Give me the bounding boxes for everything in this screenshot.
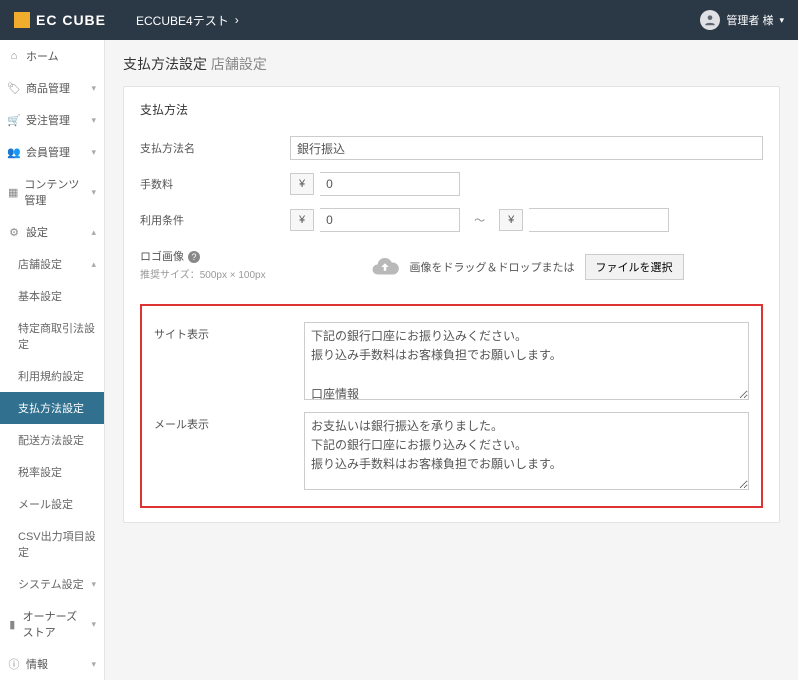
logo-label: ロゴ画像? 推奨サイズ：500px × 100px	[140, 244, 290, 281]
logo-hint: 推奨サイズ：500px × 100px	[140, 266, 290, 281]
chevron-down-icon: ▾	[91, 83, 96, 94]
nav-info[interactable]: ⓘ情報▾	[0, 648, 104, 680]
store-icon: ▮	[8, 618, 17, 631]
user-name: 管理者 様	[726, 12, 773, 28]
logo-text: EC CUBE	[36, 12, 106, 28]
range-tilde: ～	[466, 212, 493, 228]
nav-member[interactable]: 👥会員管理▾	[0, 136, 104, 168]
chevron-down-icon: ▾	[91, 147, 96, 158]
chevron-down-icon: ▾	[91, 619, 96, 630]
nav-order[interactable]: 🛒受注管理▾	[0, 104, 104, 136]
fee-input[interactable]	[320, 172, 460, 196]
cond-label: 利用条件	[140, 208, 290, 228]
chevron-up-icon: ▴	[91, 259, 96, 270]
logo[interactable]: EC CUBE	[14, 12, 106, 28]
user-menu[interactable]: 管理者 様 ▾	[700, 10, 784, 30]
nav-shop-setting[interactable]: 店舗設定▴	[0, 248, 104, 280]
nav-csv[interactable]: CSV出力項目設定	[0, 520, 104, 568]
nav-tradelaw[interactable]: 特定商取引法設定	[0, 312, 104, 360]
nav-payment[interactable]: 支払方法設定	[0, 392, 104, 424]
nav-setting[interactable]: ⚙設定▴	[0, 216, 104, 248]
nav-tax[interactable]: 税率設定	[0, 456, 104, 488]
chevron-up-icon: ▴	[91, 227, 96, 238]
chevron-right-icon: ›	[235, 13, 239, 27]
name-input[interactable]	[290, 136, 763, 160]
cloud-upload-icon	[370, 252, 400, 282]
chevron-down-icon: ▾	[91, 187, 96, 198]
page-title: 支払方法設定 店舗設定	[123, 54, 780, 74]
chevron-down-icon: ▾	[91, 115, 96, 126]
upload-area[interactable]: 画像をドラッグ＆ドロップまたは ファイルを選択	[370, 244, 684, 290]
chevron-down-icon: ▾	[91, 659, 96, 670]
layout-icon: ▦	[8, 186, 18, 199]
site-name: ECCUBE4テスト	[136, 12, 229, 29]
mail-display-textarea[interactable]	[304, 412, 749, 490]
fee-label: 手数料	[140, 172, 290, 192]
yen-prefix: ¥	[290, 173, 314, 195]
payment-card: 支払方法 支払方法名 手数料 ¥ 利用条件 ¥ ～ ¥	[123, 86, 780, 523]
topbar: EC CUBE ECCUBE4テスト › 管理者 様 ▾	[0, 0, 798, 40]
nav-owners[interactable]: ▮オーナーズストア▾	[0, 600, 104, 648]
logo-cube-icon	[14, 12, 30, 28]
yen-prefix: ¥	[290, 209, 314, 231]
users-icon: 👥	[8, 146, 20, 159]
upload-text: 画像をドラッグ＆ドロップまたは	[410, 259, 575, 275]
nav-home[interactable]: ⌂ホーム	[0, 40, 104, 72]
chevron-down-icon: ▾	[91, 579, 96, 590]
file-select-button[interactable]: ファイルを選択	[585, 254, 684, 280]
nav-delivery[interactable]: 配送方法設定	[0, 424, 104, 456]
yen-prefix: ¥	[499, 209, 523, 231]
nav-agreement[interactable]: 利用規約設定	[0, 360, 104, 392]
main-content: 支払方法設定 店舗設定 支払方法 支払方法名 手数料 ¥ 利用条件 ¥	[105, 40, 798, 680]
name-label: 支払方法名	[140, 136, 290, 156]
card-heading: 支払方法	[140, 101, 763, 118]
nav-system[interactable]: システム設定▾	[0, 568, 104, 600]
site-switcher[interactable]: ECCUBE4テスト ›	[136, 12, 239, 29]
mail-display-label: メール表示	[154, 412, 304, 432]
nav-basic[interactable]: 基本設定	[0, 280, 104, 312]
site-display-label: サイト表示	[154, 322, 304, 342]
help-icon[interactable]: ?	[188, 251, 200, 263]
site-display-textarea[interactable]	[304, 322, 749, 400]
info-icon: ⓘ	[8, 656, 20, 672]
highlighted-section: サイト表示 メール表示	[140, 304, 763, 508]
gear-icon: ⚙	[8, 226, 20, 239]
cond-to-input[interactable]	[529, 208, 669, 232]
sidebar: ⌂ホーム 🏷商品管理▾ 🛒受注管理▾ 👥会員管理▾ ▦コンテンツ管理▾ ⚙設定▴…	[0, 40, 105, 680]
avatar-icon	[700, 10, 720, 30]
cart-icon: 🛒	[8, 114, 20, 127]
cond-from-input[interactable]	[320, 208, 460, 232]
home-icon: ⌂	[8, 50, 20, 62]
chevron-down-icon: ▾	[779, 15, 784, 26]
tag-icon: 🏷	[8, 82, 20, 95]
nav-content[interactable]: ▦コンテンツ管理▾	[0, 168, 104, 216]
nav-product[interactable]: 🏷商品管理▾	[0, 72, 104, 104]
nav-mail[interactable]: メール設定	[0, 488, 104, 520]
